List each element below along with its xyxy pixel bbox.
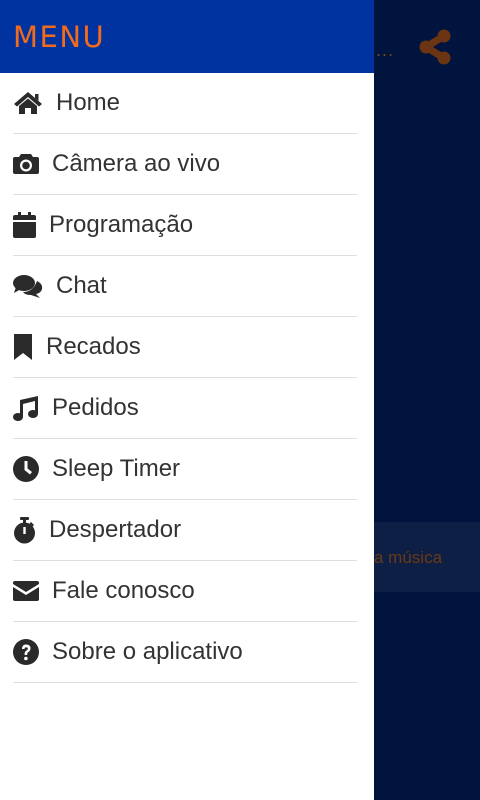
menu-item-label: Despertador [49,516,182,543]
menu-item-schedule[interactable]: Programação [13,195,357,256]
bookmark-icon [13,334,33,360]
background-title-ellipsis: ... [376,40,395,60]
menu-item-label: Sleep Timer [52,455,181,482]
background-now-playing-text: a música [374,548,443,567]
menu-item-label: Fale conosco [52,577,195,604]
envelope-icon [13,581,39,601]
menu-item-camera[interactable]: Câmera ao vivo [13,134,357,195]
menu-item-sleep-timer[interactable]: Sleep Timer [13,439,357,500]
share-icon [419,29,451,65]
menu-item-label: Chat [56,272,107,299]
menu-item-label: Recados [46,333,141,360]
music-icon [13,395,39,421]
drawer-title: MENU [13,19,106,54]
home-icon [13,91,43,115]
navigation-drawer: MENU Home Câmera ao vivo Programação Cha… [0,0,374,800]
menu-item-label: Home [56,89,121,116]
camera-icon [13,153,39,175]
drawer-header: MENU [0,0,374,73]
menu-item-messages[interactable]: Recados [13,317,357,378]
clock-icon [13,456,39,482]
comments-icon [13,274,43,298]
menu-item-about[interactable]: Sobre o aplicativo [13,622,357,683]
menu-item-chat[interactable]: Chat [13,256,357,317]
menu-item-label: Pedidos [52,394,139,421]
menu-item-contact[interactable]: Fale conosco [13,561,357,622]
question-circle-icon [13,639,39,665]
menu-list: Home Câmera ao vivo Programação Chat Rec… [0,73,374,683]
menu-item-label: Sobre o aplicativo [52,638,243,665]
menu-item-alarm[interactable]: Despertador [13,500,357,561]
menu-item-label: Câmera ao vivo [52,150,221,177]
calendar-icon [13,212,36,238]
menu-item-home[interactable]: Home [13,73,357,134]
menu-item-requests[interactable]: Pedidos [13,378,357,439]
stopwatch-icon [13,516,36,544]
menu-item-label: Programação [49,211,194,238]
